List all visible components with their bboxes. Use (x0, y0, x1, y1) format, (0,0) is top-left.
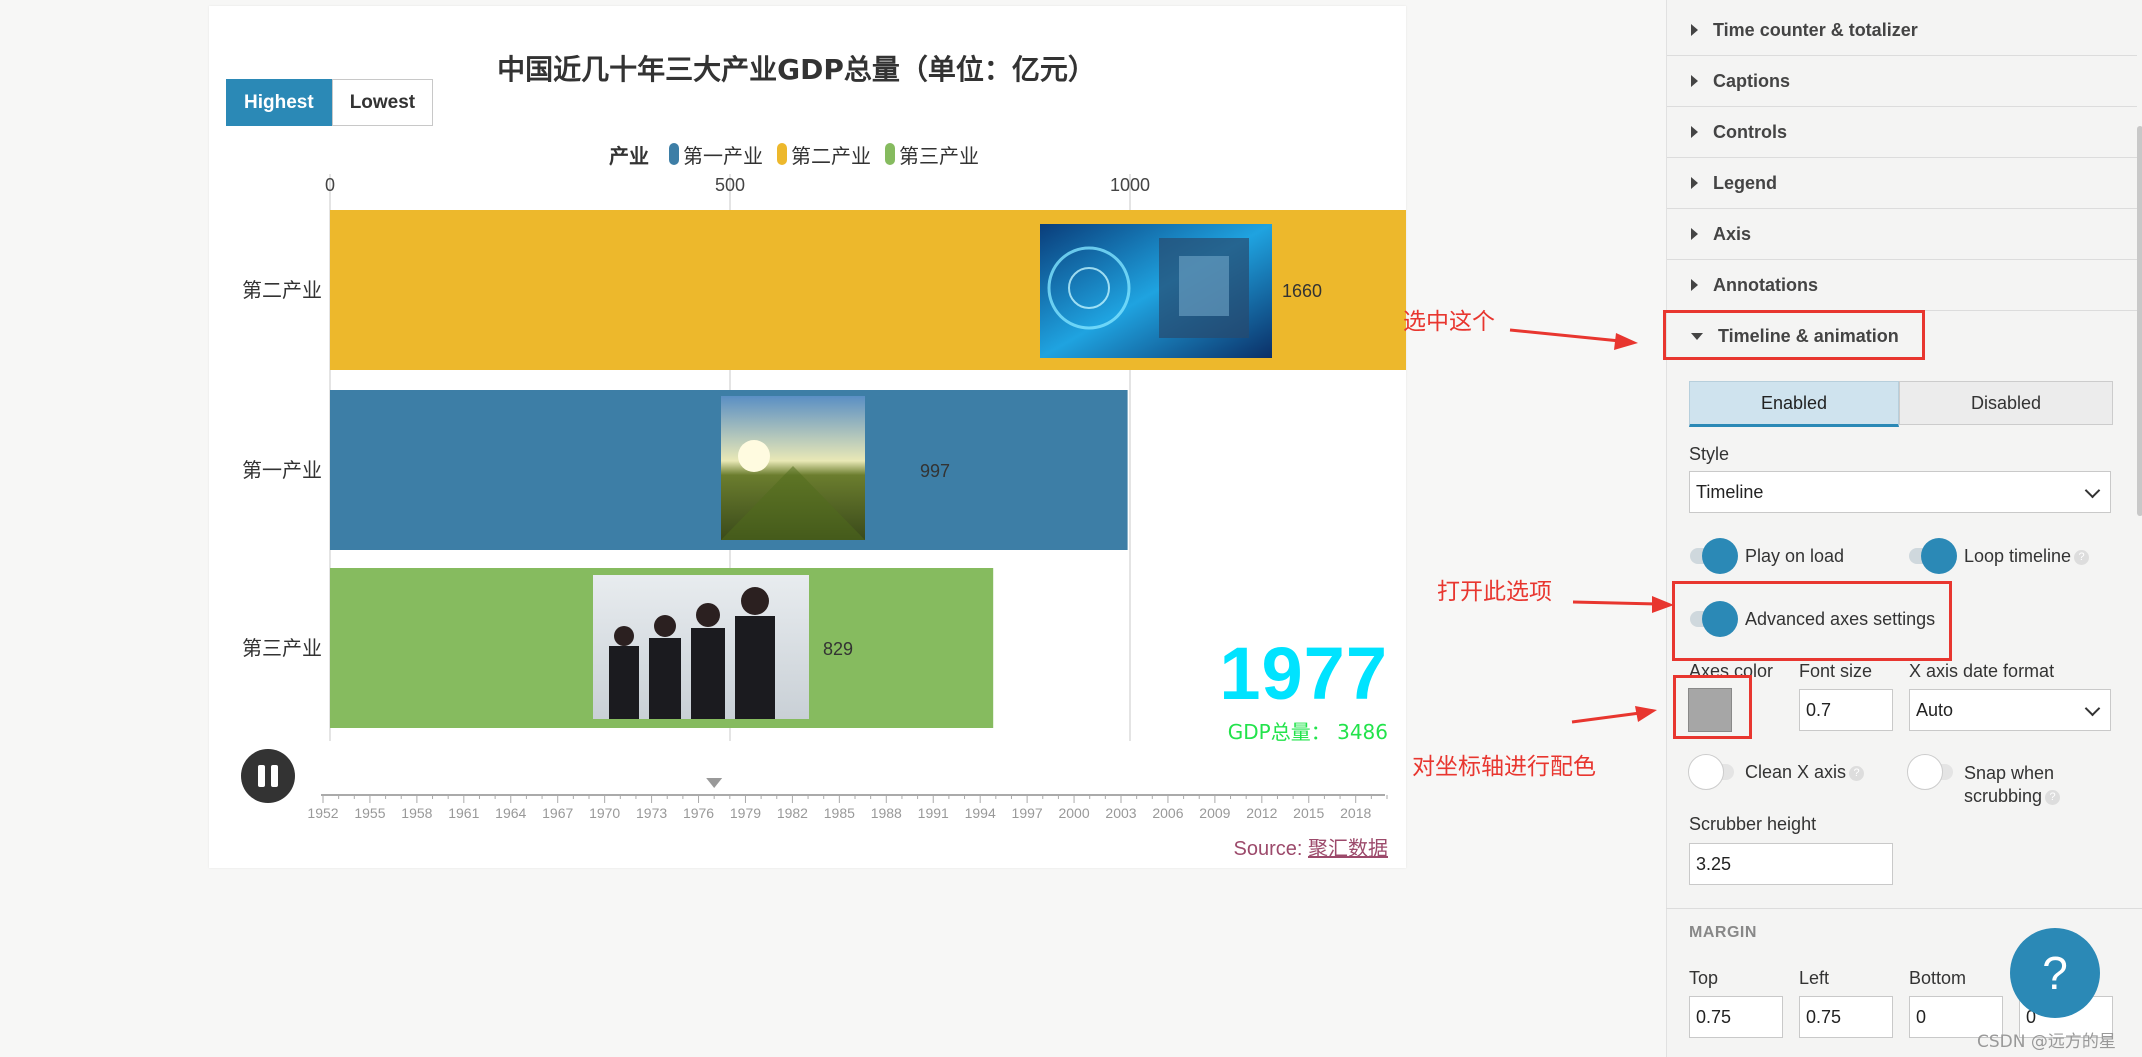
annotation-arrows (1509, 328, 1674, 724)
arrow-icon (1635, 706, 1657, 722)
arrow-icon (1652, 596, 1674, 613)
arrow-icon (1614, 333, 1638, 350)
